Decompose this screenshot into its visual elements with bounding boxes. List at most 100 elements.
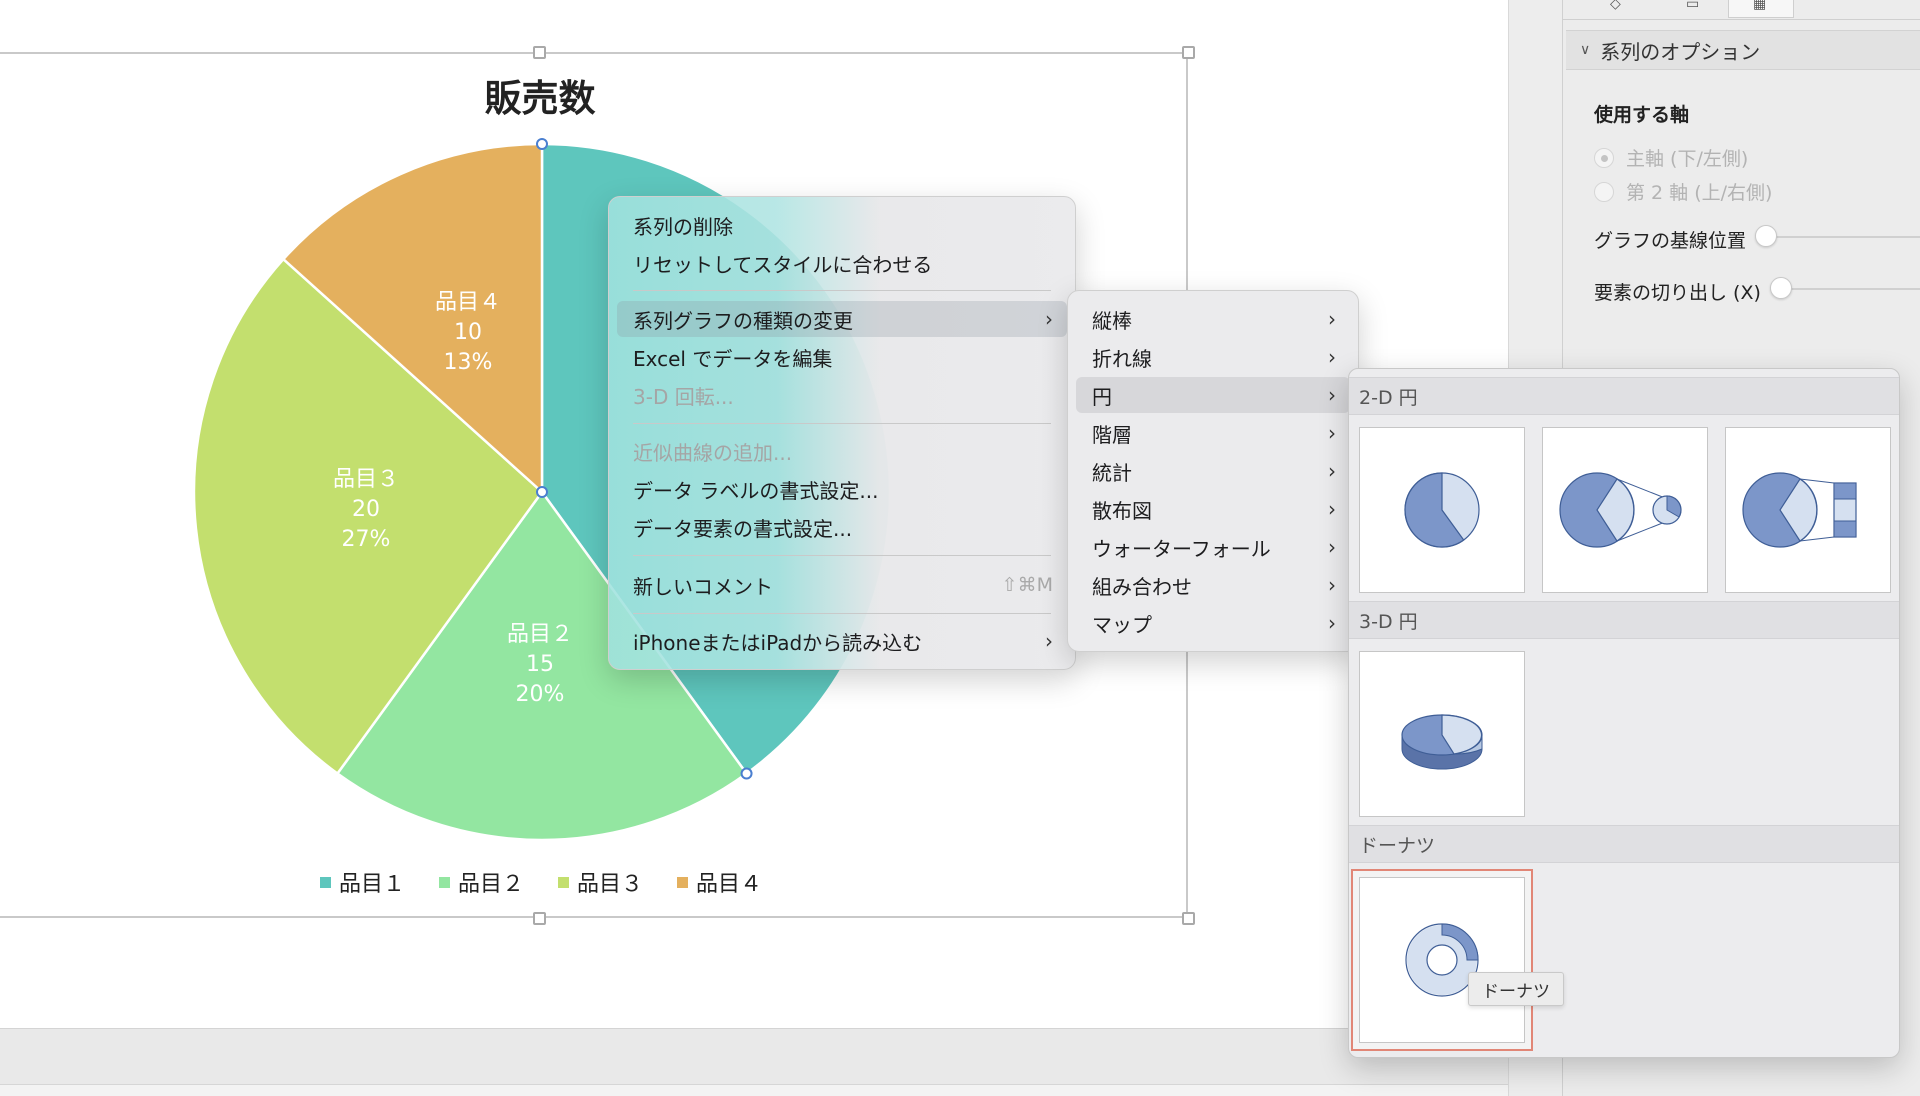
submenu-item-label: 組み合わせ [1092, 574, 1192, 599]
legend-entry[interactable]: 品目１ [320, 866, 405, 898]
legend-entry[interactable]: 品目３ [558, 866, 643, 898]
menu-item-new-comment[interactable]: 新しいコメント ⇧⌘M [617, 567, 1067, 603]
chevron-right-icon: › [1328, 383, 1336, 407]
chevron-right-icon: › [1328, 421, 1336, 445]
legend-label: 品目４ [696, 872, 763, 897]
gallery-section-2d-pie: 2-D 円 [1349, 377, 1899, 415]
radio-button[interactable] [1594, 181, 1614, 202]
chart-title[interactable]: 販売数 [380, 68, 700, 122]
menu-item-label: リセットしてスタイルに合わせる [633, 252, 933, 277]
chevron-right-icon: › [1328, 611, 1336, 635]
radio-primary-axis[interactable]: 主軸 (下/左側) [1594, 144, 1748, 171]
menu-item-label: 3-D 回転... [633, 384, 734, 409]
tab-effects[interactable]: ▭ [1660, 0, 1726, 18]
submenu-item-combo[interactable]: 組み合わせ › [1076, 567, 1350, 603]
legend-entry[interactable]: 品目２ [439, 866, 524, 898]
series-options-section-header[interactable]: ∨ 系列のオプション [1566, 30, 1920, 70]
data-label-percent: 20% [515, 682, 565, 707]
status-strip [0, 1084, 1562, 1096]
submenu-item-label: 散布図 [1092, 498, 1152, 523]
explosion-slider-knob[interactable] [1770, 277, 1792, 299]
doughnut-thumbnail-card [1359, 877, 1525, 1043]
menu-item-label: 新しいコメント [633, 574, 773, 599]
resize-handle-bottom-right[interactable] [1182, 912, 1195, 925]
legend-label: 品目２ [458, 872, 525, 897]
tab-fill-line[interactable]: ◇ [1600, 0, 1660, 18]
menu-item-add-trendline: 近似曲線の追加... [617, 433, 1067, 469]
resize-handle-top-right[interactable] [1182, 46, 1195, 59]
data-label-item2[interactable]: 品目２ 15 20% [460, 620, 620, 710]
selection-point[interactable] [536, 486, 548, 498]
explosion-slider-track[interactable] [1775, 288, 1920, 290]
thumb-pie[interactable] [1359, 427, 1525, 593]
data-label-value: 15 [526, 652, 554, 677]
menu-item-format-data-point[interactable]: データ要素の書式設定... [617, 509, 1067, 545]
chevron-right-icon: › [1045, 629, 1053, 653]
legend-swatch [677, 876, 689, 888]
submenu-item-waterfall[interactable]: ウォーターフォール › [1076, 529, 1350, 565]
data-label-item4[interactable]: 品目４ 10 13% [388, 288, 548, 378]
radio-button[interactable] [1594, 147, 1614, 168]
menu-separator [633, 613, 1051, 614]
tab-series-options[interactable]: ▦ [1728, 0, 1794, 18]
baseline-slider-track[interactable] [1760, 236, 1920, 238]
resize-handle-top[interactable] [533, 46, 546, 59]
legend-swatch [439, 876, 451, 888]
submenu-item-label: ウォーターフォール [1092, 536, 1271, 561]
menu-item-format-data-labels[interactable]: データ ラベルの書式設定... [617, 471, 1067, 507]
data-label-name: 品目３ [332, 467, 399, 492]
chart-legend[interactable]: 品目１ 品目２ 品目３ 品目４ [320, 866, 800, 898]
chevron-right-icon: › [1045, 307, 1053, 331]
submenu-item-column[interactable]: 縦棒 › [1076, 301, 1350, 337]
legend-swatch [558, 876, 570, 888]
submenu-item-pie[interactable]: 円 › [1076, 377, 1350, 413]
effects-icon: ▭ [1686, 0, 1700, 12]
selection-point[interactable] [740, 767, 753, 780]
pie-chart-gallery: 2-D 円 3-D 円 ドーナツ [1348, 368, 1900, 1058]
menu-separator [633, 290, 1051, 291]
submenu-item-statistical[interactable]: 統計 › [1076, 453, 1350, 489]
data-label-value: 10 [454, 320, 482, 345]
menu-item-label: Excel でデータを編集 [633, 346, 833, 371]
menu-item-label: 系列グラフの種類の変更 [633, 308, 853, 333]
menu-item-label: 系列の削除 [633, 214, 733, 239]
chevron-right-icon: › [1328, 345, 1336, 369]
data-label-value: 20 [352, 497, 380, 522]
bar-of-pie-thumbnail-icon [1742, 472, 1857, 548]
selection-point[interactable] [536, 138, 548, 150]
thumb-doughnut[interactable] [1351, 869, 1533, 1051]
menu-item-label: 近似曲線の追加... [633, 440, 793, 465]
legend-entry[interactable]: 品目４ [677, 866, 762, 898]
gallery-section-3d-pie: 3-D 円 [1349, 601, 1899, 639]
chevron-right-icon: › [1328, 497, 1336, 521]
submenu-item-scatter[interactable]: 散布図 › [1076, 491, 1350, 527]
menu-item-change-chart-type[interactable]: 系列グラフの種類の変更 › [617, 301, 1067, 337]
canvas-bottom-bar [0, 1028, 1562, 1084]
menu-item-delete-series[interactable]: 系列の削除 [617, 207, 1067, 243]
baseline-slider-knob[interactable] [1755, 225, 1777, 247]
data-label-item3[interactable]: 品目３ 20 27% [286, 465, 446, 555]
submenu-item-map[interactable]: マップ › [1076, 605, 1350, 641]
legend-swatch [320, 876, 331, 888]
axis-heading: 使用する軸 [1594, 104, 1690, 126]
data-label-percent: 13% [443, 350, 493, 375]
thumb-3d-pie[interactable] [1359, 651, 1525, 817]
legend-label: 品目１ [339, 872, 406, 897]
pie-thumbnail-icon [1404, 472, 1480, 548]
chevron-down-icon: ∨ [1580, 42, 1591, 58]
menu-item-reset-style[interactable]: リセットしてスタイルに合わせる [617, 245, 1067, 281]
thumb-bar-of-pie[interactable] [1725, 427, 1891, 593]
radio-secondary-axis[interactable]: 第 2 軸 (上/右側) [1594, 178, 1772, 205]
menu-item-import-from-iphone[interactable]: iPhoneまたはiPadから読み込む › [617, 623, 1067, 659]
submenu-item-label: 縦棒 [1092, 308, 1132, 333]
thumb-pie-of-pie[interactable] [1542, 427, 1708, 593]
resize-handle-bottom[interactable] [533, 912, 546, 925]
doughnut-tooltip: ドーナツ [1468, 972, 1564, 1006]
menu-item-edit-in-excel[interactable]: Excel でデータを編集 [617, 339, 1067, 375]
submenu-item-hierarchy[interactable]: 階層 › [1076, 415, 1350, 451]
submenu-item-line[interactable]: 折れ線 › [1076, 339, 1350, 375]
legend-label: 品目３ [577, 872, 644, 897]
menu-item-label: データ要素の書式設定... [633, 516, 853, 541]
baseline-label: グラフの基線位置 [1594, 230, 1747, 252]
submenu-item-label: 円 [1092, 384, 1112, 409]
